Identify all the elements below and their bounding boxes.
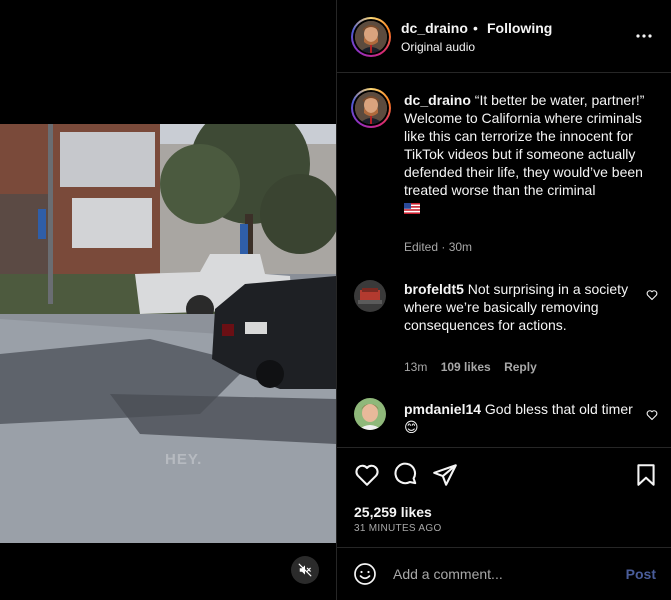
comment-like-button[interactable] — [646, 408, 658, 421]
heart-outline-icon — [646, 410, 658, 421]
emoji-button[interactable] — [353, 562, 377, 586]
video-frame-image — [0, 124, 336, 543]
audio-link[interactable]: Original audio — [401, 40, 475, 54]
more-options-button[interactable] — [634, 28, 654, 44]
header-separator: • — [473, 20, 478, 36]
comment-avatar[interactable] — [354, 280, 386, 312]
post-comment-button[interactable]: Post — [626, 566, 656, 582]
mute-button[interactable] — [291, 556, 319, 584]
comment-likes-link[interactable]: 109 likes — [441, 360, 491, 374]
caption-meta: Edited · 30m — [404, 240, 473, 254]
comment-text: brofeldt5 Not surprising in a society wh… — [404, 280, 636, 334]
comment-input[interactable] — [393, 562, 603, 586]
comment-avatar-image — [354, 280, 386, 312]
smiley-icon — [354, 563, 376, 585]
comment-username-link[interactable]: pmdaniel14 — [404, 401, 481, 417]
author-avatar[interactable] — [351, 17, 391, 57]
like-button[interactable] — [354, 462, 380, 488]
video-pane[interactable]: HEY. — [0, 0, 336, 600]
comment-reply-button[interactable]: Reply — [504, 360, 537, 374]
author-username-link[interactable]: dc_draino — [401, 20, 468, 36]
comment-time: 13m — [404, 360, 428, 374]
comment-bubble-icon — [394, 462, 417, 485]
video-watermark: HEY. — [165, 451, 203, 468]
more-horizontal-icon — [636, 34, 652, 38]
bookmark-icon — [637, 464, 655, 486]
paper-plane-icon — [433, 464, 457, 486]
heart-outline-icon — [646, 290, 658, 301]
smile-emoji: 😊 — [404, 419, 419, 435]
comment-composer: Post — [337, 547, 671, 600]
us-flag-icon — [404, 203, 420, 214]
comment-body: God bless that old timer — [484, 401, 633, 417]
heart-icon — [355, 464, 379, 486]
share-button[interactable] — [432, 462, 458, 488]
comment-avatar-image — [354, 398, 386, 430]
caption-username-link[interactable]: dc_draino — [404, 92, 471, 108]
comment-like-button[interactable] — [646, 288, 658, 301]
following-button[interactable]: Following — [487, 20, 552, 36]
caption-text: dc_draino “It better be water, partner!”… — [404, 91, 649, 217]
caption-avatar[interactable] — [351, 88, 391, 128]
save-button[interactable] — [633, 462, 659, 488]
comment-meta: 13m 109 likes Reply — [404, 360, 547, 374]
comment-username-link[interactable]: brofeldt5 — [404, 281, 464, 297]
author-avatar-image — [355, 21, 387, 53]
comment-text: pmdaniel14 God bless that old timer 😊 — [404, 400, 636, 436]
post-actions: 25,259 likes 31 MINUTES AGO — [337, 447, 671, 547]
muted-speaker-icon — [298, 563, 312, 577]
post-timestamp: 31 MINUTES AGO — [354, 523, 442, 534]
comment-avatar[interactable] — [354, 398, 386, 430]
post-side-panel: dc_draino • Following Original audio dc_… — [336, 0, 671, 600]
caption-avatar-image — [355, 92, 387, 124]
likes-count[interactable]: 25,259 likes — [354, 504, 432, 520]
comment-button[interactable] — [393, 462, 419, 488]
post-header: dc_draino • Following Original audio — [337, 0, 671, 73]
video-player[interactable]: HEY. — [0, 124, 336, 543]
